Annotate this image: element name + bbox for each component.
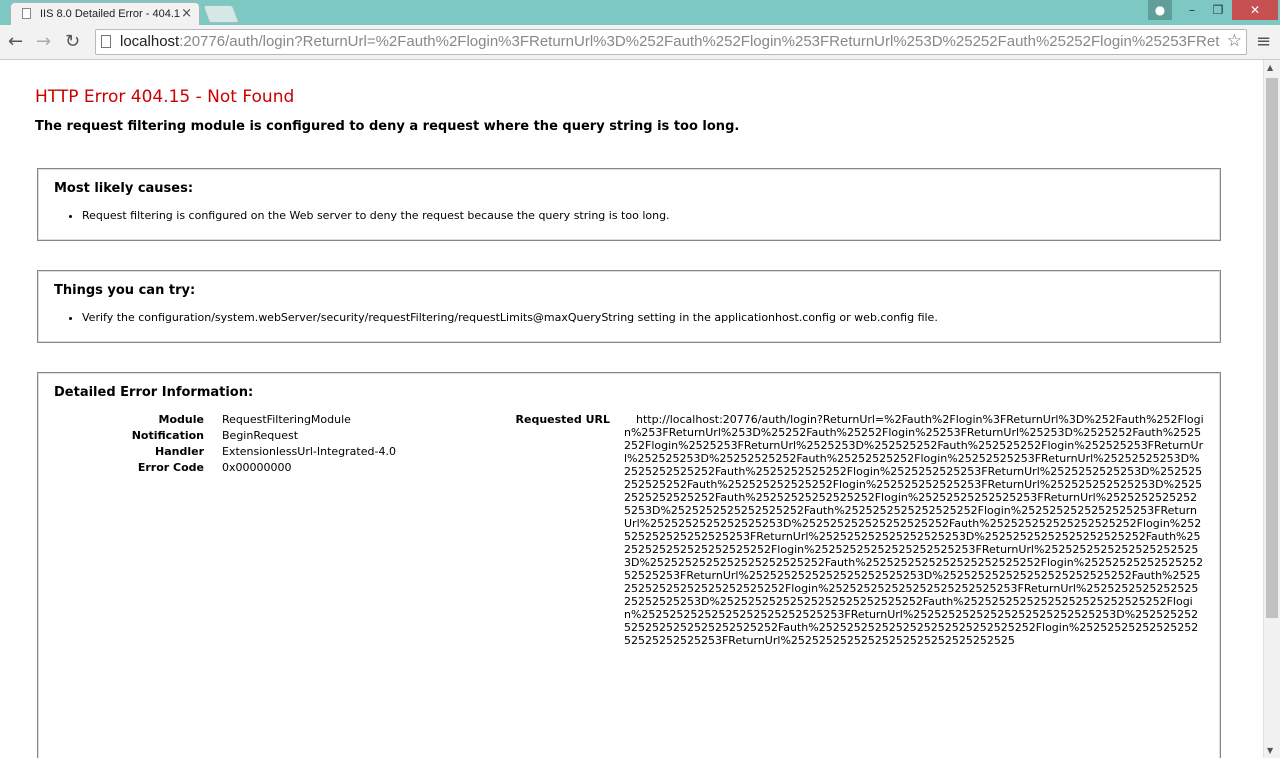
try-title: Things you can try: (54, 283, 196, 298)
try-list: Verify the configuration/system.webServe… (82, 311, 938, 324)
page-icon (22, 8, 31, 19)
requested-url-label: Requested URL (515, 413, 610, 426)
list-item: Request filtering is configured on the W… (82, 209, 670, 222)
tab-close-icon[interactable]: × (181, 6, 192, 21)
notification-label: Notification (131, 429, 204, 442)
address-bar[interactable]: localhost:20776/auth/login?ReturnUrl=%2F… (95, 29, 1247, 55)
new-tab-button[interactable] (202, 5, 240, 23)
causes-title: Most likely causes: (54, 181, 194, 196)
notification-value: BeginRequest (222, 429, 299, 442)
reload-button[interactable]: ↻ (65, 31, 80, 53)
requested-url-value: http://localhost:20776/auth/login?Return… (624, 413, 1204, 647)
scroll-up-icon[interactable]: ▲ (1267, 63, 1273, 72)
details-box: Detailed Error Information: Module Reque… (37, 372, 1221, 758)
bookmark-star-icon[interactable]: ☆ (1227, 31, 1242, 51)
forward-button[interactable]: → (36, 31, 51, 53)
url-host: localhost (120, 33, 180, 50)
user-icon[interactable]: ● (1148, 0, 1172, 20)
error-code-label: Error Code (137, 461, 204, 474)
tab-title: IIS 8.0 Detailed Error - 404.15 - Not Fo… (40, 8, 180, 20)
table-row: Error Code 0x00000000 (88, 459, 396, 475)
module-value: RequestFilteringModule (222, 413, 351, 426)
maximize-button[interactable]: ❐ (1206, 0, 1230, 20)
handler-label: Handler (155, 445, 204, 458)
page-icon (101, 35, 111, 48)
table-row: Notification BeginRequest (88, 427, 396, 443)
minimize-button[interactable]: – (1180, 0, 1204, 20)
browser-toolbar: ← → ↻ localhost:20776/auth/login?ReturnU… (0, 25, 1280, 60)
url-text[interactable]: localhost:20776/auth/login?ReturnUrl=%2F… (120, 33, 1220, 50)
scrollbar-thumb[interactable] (1266, 78, 1278, 618)
close-window-button[interactable]: ✕ (1232, 0, 1278, 20)
causes-list: Request filtering is configured on the W… (82, 209, 670, 222)
browser-tab[interactable]: IIS 8.0 Detailed Error - 404.15 - Not Fo… (10, 2, 200, 25)
causes-box: Most likely causes: Request filtering is… (37, 168, 1221, 241)
try-box: Things you can try: Verify the configura… (37, 270, 1221, 343)
list-item: Verify the configuration/system.webServe… (82, 311, 938, 324)
scroll-down-icon[interactable]: ▼ (1267, 746, 1273, 755)
table-row: Module RequestFilteringModule (88, 411, 396, 427)
browser-titlebar: IIS 8.0 Detailed Error - 404.15 - Not Fo… (0, 0, 1280, 25)
details-table: Module RequestFilteringModule Notificati… (88, 411, 396, 475)
url-path: :20776/auth/login?ReturnUrl=%2Fauth%2Flo… (179, 33, 1220, 50)
menu-icon[interactable]: ≡ (1256, 31, 1271, 52)
details-title: Detailed Error Information: (54, 385, 254, 400)
handler-value: ExtensionlessUrl-Integrated-4.0 (222, 445, 396, 458)
page-content: HTTP Error 404.15 - Not Found The reques… (0, 60, 1263, 758)
back-button[interactable]: ← (8, 31, 23, 53)
table-row: Handler ExtensionlessUrl-Integrated-4.0 (88, 443, 396, 459)
error-code-value: 0x00000000 (222, 461, 292, 474)
page-title: HTTP Error 404.15 - Not Found (35, 87, 295, 107)
module-label: Module (158, 413, 204, 426)
vertical-scrollbar[interactable]: ▲ ▼ (1263, 60, 1280, 758)
page-subtitle: The request filtering module is configur… (35, 119, 740, 134)
